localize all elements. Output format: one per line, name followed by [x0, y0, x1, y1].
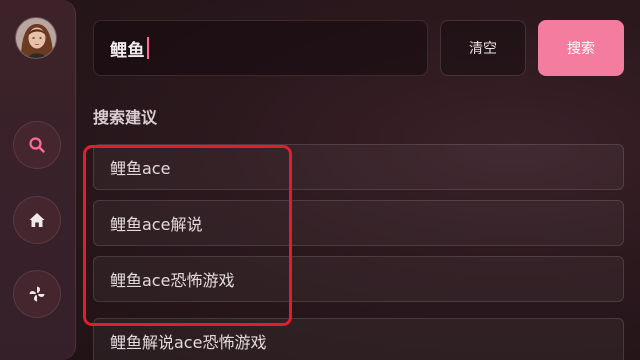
search-query-text: 鲤鱼	[110, 40, 145, 61]
sidebar	[0, 0, 76, 360]
suggestion-item[interactable]: 鲤鱼ace	[93, 144, 624, 190]
sidebar-item-home[interactable]	[13, 196, 61, 244]
app-window: 鲤鱼 清空 搜索 搜索建议 鲤鱼ace 鲤鱼ace解说 鲤鱼ace恐怖游戏 鲤鱼…	[0, 0, 640, 360]
suggestion-item[interactable]: 鲤鱼ace解说	[93, 200, 624, 246]
suggestion-item[interactable]: 鲤鱼ace恐怖游戏	[93, 256, 624, 302]
avatar-image	[16, 18, 56, 58]
search-button[interactable]: 搜索	[538, 20, 624, 76]
sidebar-item-pinwheel[interactable]	[13, 270, 61, 318]
home-icon	[29, 213, 45, 227]
avatar[interactable]	[15, 17, 57, 59]
pinwheel-icon	[29, 286, 45, 302]
clear-button[interactable]: 清空	[440, 20, 526, 76]
suggestions-title: 搜索建议	[93, 108, 158, 127]
search-icon	[29, 137, 45, 153]
sidebar-item-search[interactable]	[13, 121, 61, 169]
suggestion-item[interactable]: 鲤鱼解说ace恐怖游戏	[93, 318, 624, 360]
text-caret	[147, 37, 149, 59]
search-input[interactable]: 鲤鱼	[93, 20, 428, 76]
